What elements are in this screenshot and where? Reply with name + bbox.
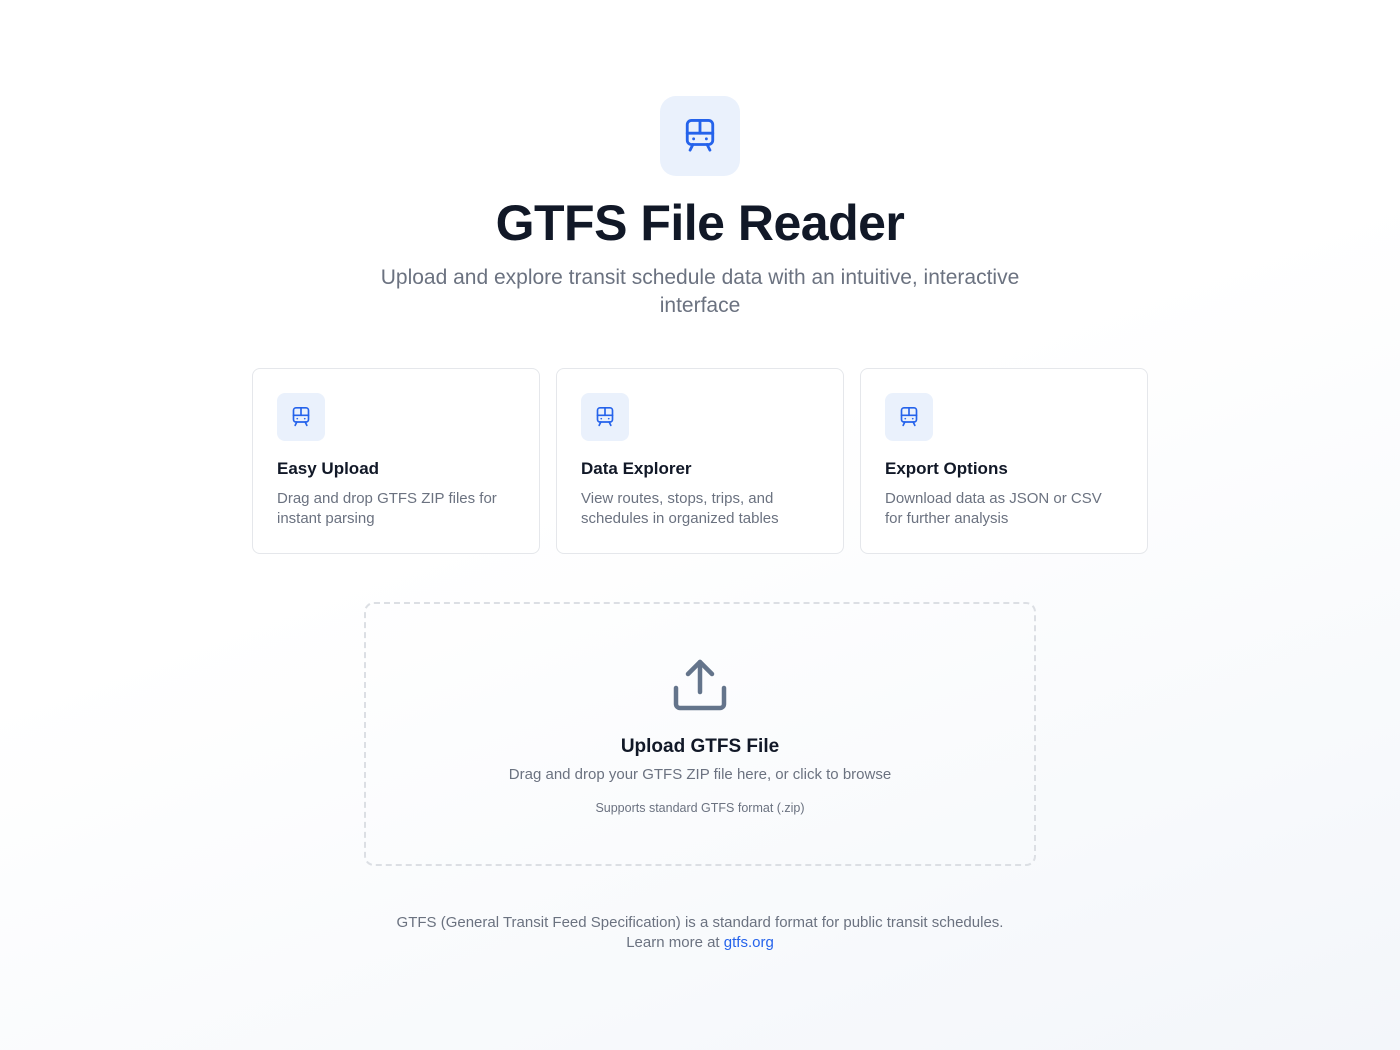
train-icon — [292, 407, 310, 427]
page: GTFS File Reader Upload and explore tran… — [0, 0, 1400, 1050]
train-icon — [685, 118, 715, 152]
feature-card-easy-upload: Easy Upload Drag and drop GTFS ZIP files… — [252, 368, 540, 554]
feature-title: Export Options — [885, 459, 1008, 478]
upload-title: Upload GTFS File — [620, 736, 780, 757]
feature-icon-tile — [581, 393, 629, 441]
footer-note: GTFS (General Transit Feed Specification… — [300, 913, 1100, 953]
train-icon — [596, 407, 614, 427]
upload-icon — [673, 659, 727, 711]
feature-title: Easy Upload — [277, 459, 380, 478]
page-subtitle: Upload and explore transit schedule data… — [380, 266, 1020, 317]
footer-text: GTFS (General Transit Feed Specification… — [396, 914, 1004, 931]
upload-description: Drag and drop your GTFS ZIP file here, o… — [508, 766, 892, 783]
upload-dropzone[interactable]: Upload GTFS File Drag and drop your GTFS… — [364, 602, 1036, 866]
feature-description: View routes, stops, trips, and schedules… — [581, 490, 779, 527]
feature-cards: Easy Upload Drag and drop GTFS ZIP files… — [252, 368, 1148, 554]
footer-learn-more-label: Learn more at — [626, 934, 720, 951]
hero-icon-tile — [660, 96, 740, 176]
gtfs-org-link[interactable]: gtfs.org — [724, 934, 774, 951]
feature-description: Download data as JSON or CSV for further… — [885, 490, 1102, 527]
train-icon — [900, 407, 918, 427]
feature-icon-tile — [885, 393, 933, 441]
feature-description: Drag and drop GTFS ZIP files for instant… — [277, 490, 497, 527]
upload-format-note: Supports standard GTFS format (.zip) — [595, 801, 805, 815]
page-title: GTFS File Reader — [495, 195, 905, 251]
feature-icon-tile — [277, 393, 325, 441]
feature-card-export-options: Export Options Download data as JSON or … — [860, 368, 1148, 554]
feature-title: Data Explorer — [581, 459, 692, 478]
feature-card-data-explorer: Data Explorer View routes, stops, trips,… — [556, 368, 844, 554]
footer-learn-more: Learn more at gtfs.org — [300, 933, 1100, 953]
